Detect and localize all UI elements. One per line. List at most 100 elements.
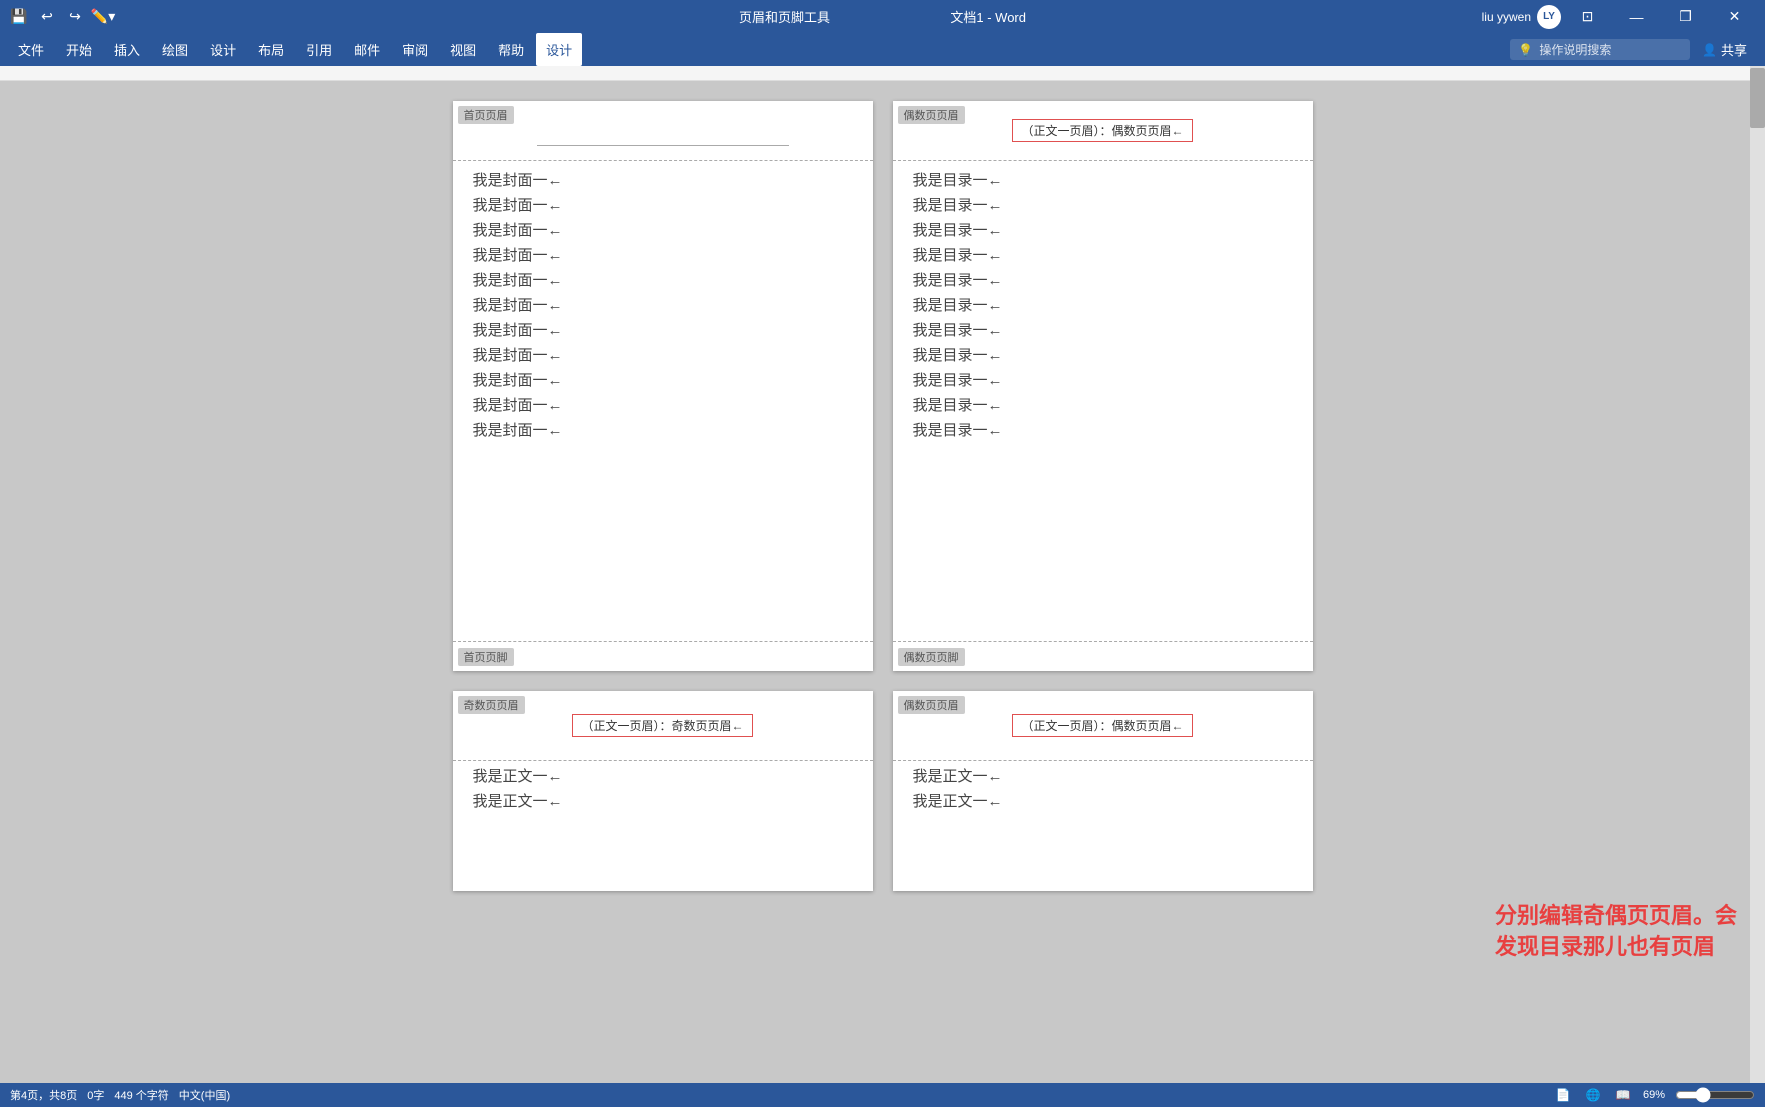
undo-icon[interactable]: ↩	[36, 6, 58, 28]
menu-review[interactable]: 审阅	[392, 33, 438, 66]
read-view-button[interactable]: 📖	[1613, 1085, 1633, 1105]
page-line: 我是目录一←	[913, 269, 1293, 290]
page-4: 偶数页页眉 （正文一页眉）：偶数页页眉← 我是正文一← 我是正文一←	[893, 691, 1313, 891]
title-bar-right: liu yywen LY ⊡ — ❐ ✕	[1482, 0, 1765, 33]
page-info: 第4页，共8页	[10, 1087, 77, 1103]
page-line: 我是目录一←	[913, 344, 1293, 365]
right-scrollbar[interactable]	[1750, 81, 1765, 1083]
page-line: 我是封面一←	[473, 419, 853, 440]
minimize-button[interactable]: —	[1614, 0, 1659, 33]
menu-references[interactable]: 引用	[296, 33, 342, 66]
page-2-footer[interactable]: 偶数页页脚	[893, 641, 1313, 671]
annotation-text: 分别编辑奇偶页页眉。会发现目录那儿也有页眉	[1495, 903, 1737, 959]
page-1-header[interactable]: 首页页眉	[453, 101, 873, 161]
menu-file[interactable]: 文件	[8, 33, 54, 66]
page-1-footer-label: 首页页脚	[458, 648, 514, 666]
char-count: 449 个字符	[114, 1087, 168, 1103]
menu-help[interactable]: 帮助	[488, 33, 534, 66]
search-icon: 💡	[1518, 43, 1533, 57]
page-3-content: 我是正文一← 我是正文一←	[453, 761, 873, 891]
search-box[interactable]: 💡 操作说明搜索	[1510, 39, 1690, 60]
page-line: 我是正文一←	[913, 765, 1293, 786]
page-line: 我是封面一←	[473, 269, 853, 290]
page-2-footer-label: 偶数页页脚	[898, 648, 965, 666]
user-info[interactable]: liu yywen LY	[1482, 5, 1561, 29]
title-bar: 💾 ↩ ↪ ✏️▾ 页眉和页脚工具 文档1 - Word liu yywen L…	[0, 0, 1765, 33]
user-avatar: LY	[1537, 5, 1561, 29]
menu-bar: 文件 开始 插入 绘图 设计 布局 引用 邮件 审阅 视图 帮助 设计 💡 操作…	[0, 33, 1765, 66]
page-line: 我是目录一←	[913, 369, 1293, 390]
page-line: 我是正文一←	[473, 790, 853, 811]
page-2-header[interactable]: 偶数页页眉 （正文一页眉）：偶数页页眉←	[893, 101, 1313, 161]
page-4-header[interactable]: 偶数页页眉 （正文一页眉）：偶数页页眉←	[893, 691, 1313, 761]
page-line: 我是目录一←	[913, 394, 1293, 415]
title-text: 文档1 - Word	[950, 7, 1026, 26]
print-view-button[interactable]: 📄	[1553, 1085, 1573, 1105]
title-bar-center: 页眉和页脚工具 文档1 - Word	[739, 7, 1026, 26]
page-2: 偶数页页眉 （正文一页眉）：偶数页页眉← 我是目录一← 我是目录一← 我是目录一…	[893, 101, 1313, 671]
annotation-box: 分别编辑奇偶页页眉。会发现目录那儿也有页眉	[1495, 901, 1745, 963]
ribbon: 文件 开始 插入 绘图 设计 布局 引用 邮件 审阅 视图 帮助 设计 💡 操作…	[0, 33, 1765, 66]
page-line: 我是目录一←	[913, 419, 1293, 440]
search-label: 操作说明搜索	[1539, 41, 1611, 58]
zoom-slider[interactable]	[1675, 1087, 1755, 1103]
page-line: 我是目录一←	[913, 219, 1293, 240]
toggle-window-icon[interactable]: ⊡	[1565, 0, 1610, 33]
page-1: 首页页眉 我是封面一← 我是封面一← 我是封面一← 我是封面一← 我是封面一← …	[453, 101, 873, 671]
page-2-header-label: 偶数页页眉	[898, 106, 965, 124]
language: 中文(中国)	[179, 1087, 230, 1103]
page-4-header-text[interactable]: （正文一页眉）：偶数页页眉←	[1012, 714, 1192, 737]
page-1-footer[interactable]: 首页页脚	[453, 641, 873, 671]
scroll-thumb[interactable]	[1750, 81, 1765, 128]
page-4-content: 我是正文一← 我是正文一←	[893, 761, 1313, 891]
page-1-content: 我是封面一← 我是封面一← 我是封面一← 我是封面一← 我是封面一← 我是封面一…	[453, 161, 873, 641]
status-left: 第4页，共8页 0字 449 个字符 中文(中国)	[10, 1087, 230, 1103]
page-2-header-text[interactable]: （正文一页眉）：偶数页页眉←	[1012, 119, 1192, 142]
redo-icon[interactable]: ↪	[64, 6, 86, 28]
page-line: 我是正文一←	[473, 765, 853, 786]
status-bar: 第4页，共8页 0字 449 个字符 中文(中国) 📄 🌐 📖 69%	[0, 1083, 1765, 1107]
menu-home[interactable]: 开始	[56, 33, 102, 66]
status-right: 📄 🌐 📖 69%	[1553, 1085, 1755, 1105]
restore-button[interactable]: ❐	[1663, 0, 1708, 33]
page-3-header[interactable]: 奇数页页眉 （正文一页眉）：奇数页页眉←	[453, 691, 873, 761]
page-line: 我是目录一←	[913, 294, 1293, 315]
page-3-header-text[interactable]: （正文一页眉）：奇数页页眉←	[572, 714, 752, 737]
menu-mailings[interactable]: 邮件	[344, 33, 390, 66]
title-bar-left: 💾 ↩ ↪ ✏️▾	[0, 6, 114, 28]
menu-draw[interactable]: 绘图	[152, 33, 198, 66]
page-3-header-label: 奇数页页眉	[458, 696, 525, 714]
page-line: 我是封面一←	[473, 169, 853, 190]
customize-icon[interactable]: ✏️▾	[92, 6, 114, 28]
page-4-header-label: 偶数页页眉	[898, 696, 965, 714]
save-icon[interactable]: 💾	[8, 6, 30, 28]
menu-view[interactable]: 视图	[440, 33, 486, 66]
close-button[interactable]: ✕	[1712, 0, 1757, 33]
page-line: 我是目录一←	[913, 194, 1293, 215]
pages-row-2: 奇数页页眉 （正文一页眉）：奇数页页眉← 我是正文一← 我是正文一← 偶数页页眉…	[453, 691, 1313, 891]
document-area[interactable]: 首页页眉 我是封面一← 我是封面一← 我是封面一← 我是封面一← 我是封面一← …	[0, 81, 1765, 1083]
page-line: 我是封面一←	[473, 394, 853, 415]
user-name-label: liu yywen	[1482, 10, 1531, 24]
web-view-button[interactable]: 🌐	[1583, 1085, 1603, 1105]
page-line: 我是目录一←	[913, 169, 1293, 190]
page-line: 我是封面一←	[473, 244, 853, 265]
page-line: 我是封面一←	[473, 344, 853, 365]
pages-row-1: 首页页眉 我是封面一← 我是封面一← 我是封面一← 我是封面一← 我是封面一← …	[453, 101, 1313, 671]
menu-design[interactable]: 设计	[200, 33, 246, 66]
word-count: 0字	[87, 1087, 104, 1103]
page-line: 我是封面一←	[473, 294, 853, 315]
page-line: 我是封面一←	[473, 219, 853, 240]
menu-insert[interactable]: 插入	[104, 33, 150, 66]
page-line: 我是封面一←	[473, 194, 853, 215]
menu-layout[interactable]: 布局	[248, 33, 294, 66]
page-3: 奇数页页眉 （正文一页眉）：奇数页页眉← 我是正文一← 我是正文一←	[453, 691, 873, 891]
page-2-content: 我是目录一← 我是目录一← 我是目录一← 我是目录一← 我是目录一← 我是目录一…	[893, 161, 1313, 641]
page-line: 我是封面一←	[473, 319, 853, 340]
page-line: 我是目录一←	[913, 244, 1293, 265]
top-ruler	[0, 66, 1765, 81]
subtitle-text: 页眉和页脚工具	[739, 7, 830, 26]
page-line: 我是目录一←	[913, 319, 1293, 340]
share-button[interactable]: 👤 共享	[1692, 33, 1757, 66]
menu-design-active[interactable]: 设计	[536, 33, 582, 66]
